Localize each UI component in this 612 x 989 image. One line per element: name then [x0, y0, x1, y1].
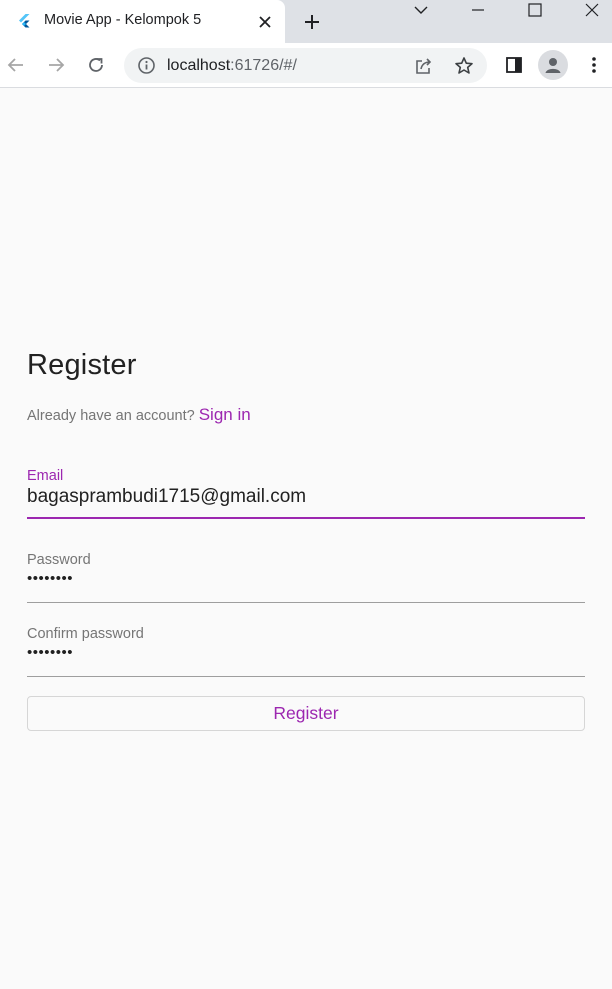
share-icon[interactable]	[413, 55, 435, 77]
password-underline	[27, 602, 585, 603]
email-label: Email	[27, 468, 64, 484]
confirm-password-input[interactable]: ••••••••	[27, 644, 585, 666]
password-field: Password ••••••••	[27, 552, 585, 603]
page-title: Register	[27, 349, 137, 381]
signin-prompt-text: Already have an account?	[27, 408, 195, 424]
back-arrow-icon[interactable]	[4, 53, 28, 77]
close-tab-icon[interactable]	[255, 12, 275, 32]
password-input[interactable]: ••••••••	[27, 570, 585, 592]
site-info-icon[interactable]	[137, 56, 156, 75]
tab-search-icon[interactable]	[401, 0, 441, 20]
maximize-icon[interactable]	[515, 0, 555, 20]
email-input[interactable]	[27, 485, 585, 509]
signin-link[interactable]: Sign in	[199, 405, 251, 424]
email-underline	[27, 517, 585, 519]
register-page: Register Already have an account? Sign i…	[0, 89, 612, 989]
url-text: localhost:61726/#/	[167, 57, 297, 75]
browser-toolbar: localhost:61726/#/	[0, 43, 612, 88]
confirm-password-underline	[27, 676, 585, 677]
url-path: :61726/#/	[230, 57, 297, 74]
bookmark-star-icon[interactable]	[453, 55, 475, 77]
password-label: Password	[27, 552, 91, 568]
tab-title: Movie App - Kelompok 5	[44, 12, 202, 28]
close-window-icon[interactable]	[572, 0, 612, 20]
url-host: localhost	[167, 57, 231, 74]
browser-tab[interactable]: Movie App - Kelompok 5	[0, 0, 285, 43]
new-tab-icon[interactable]	[300, 10, 324, 34]
confirm-password-label: Confirm password	[27, 626, 144, 642]
signin-prompt-row: Already have an account? Sign in	[27, 405, 251, 425]
email-field: Email	[27, 468, 585, 519]
reload-icon[interactable]	[84, 53, 108, 77]
flutter-logo-icon	[16, 13, 32, 29]
tab-strip: Movie App - Kelompok 5	[0, 0, 612, 43]
profile-avatar-icon[interactable]	[538, 50, 568, 80]
minimize-icon[interactable]	[458, 0, 498, 20]
menu-kebab-icon[interactable]	[582, 53, 606, 77]
register-button[interactable]: Register	[27, 696, 585, 731]
address-bar[interactable]: localhost:61726/#/	[124, 48, 487, 83]
side-panel-icon[interactable]	[502, 53, 526, 77]
confirm-password-field: Confirm password ••••••••	[27, 626, 585, 677]
forward-arrow-icon[interactable]	[44, 53, 68, 77]
